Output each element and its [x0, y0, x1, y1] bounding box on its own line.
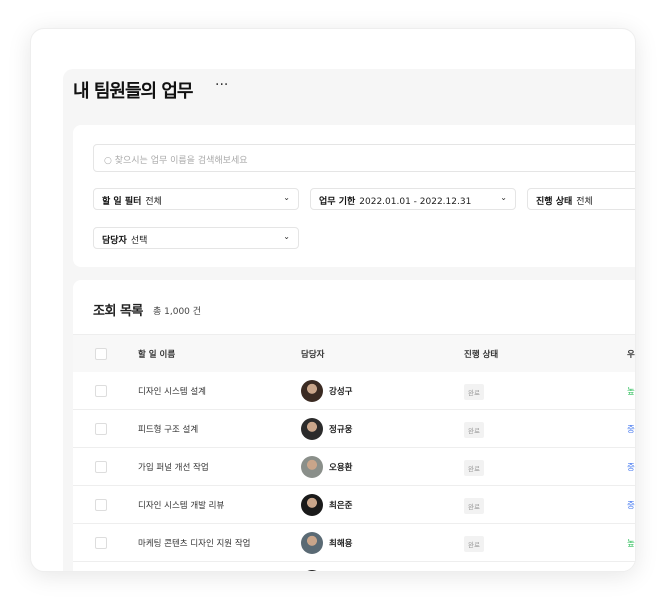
table-row[interactable]: 피드형 구조 설계 정규웅 완료 중간 — [73, 410, 635, 448]
list-panel: 조회 목록 총 1,000 건 할 일 이름 담당자 진행 상태 우선순위 디자… — [73, 280, 635, 571]
table-header: 할 일 이름 담당자 진행 상태 우선순위 — [73, 334, 635, 372]
page-title: 내 팀원들의 업무 — [73, 81, 193, 102]
status-badge: 완료 — [464, 460, 484, 476]
table-row[interactable]: 가입 퍼널 개선 작업 오용환 완료 중간 — [73, 448, 635, 486]
row-checkbox[interactable] — [95, 461, 107, 473]
table-row[interactable]: 디자인 시스템 개발 리뷰 최은준 완료 중간 — [73, 486, 635, 524]
more-button[interactable]: ··· — [215, 77, 228, 93]
filter-panel: ○ 찾으시는 업무 이름을 검색해보세요 할 일 필터 전체 ⌄ 업무 기한 2022… — [73, 125, 635, 267]
assignee-name: 오용환 — [329, 463, 353, 473]
avatar — [301, 418, 323, 440]
avatar — [301, 494, 323, 516]
chevron-down-icon: ⌄ — [500, 193, 507, 202]
due-date-select[interactable]: 업무 기한 2022.01.01 - 2022.12.31 ⌄ — [310, 188, 516, 210]
row-checkbox[interactable] — [95, 423, 107, 435]
chevron-down-icon: ⌄ — [283, 232, 290, 241]
avatar — [301, 456, 323, 478]
table-row[interactable] — [73, 562, 635, 571]
priority-label: 중간 — [627, 501, 635, 511]
avatar — [301, 380, 323, 402]
status-badge: 완료 — [464, 536, 484, 552]
assignee-name: 최은준 — [329, 501, 353, 511]
select-all-checkbox[interactable] — [95, 348, 107, 360]
search-icon: ○ — [104, 156, 115, 166]
list-title: 조회 목록 — [93, 304, 143, 319]
status-badge: 완료 — [464, 498, 484, 514]
col-assignee[interactable]: 담당자 — [301, 348, 324, 360]
row-checkbox[interactable] — [95, 385, 107, 397]
status-badge: 완료 — [464, 384, 484, 400]
main-area: 내 팀원들의 업무 ··· ○ 찾으시는 업무 이름을 검색해보세요 할 일 필… — [63, 69, 635, 571]
task-name: 가입 퍼널 개선 작업 — [138, 463, 209, 473]
priority-label: 중간 — [627, 425, 635, 435]
window-card: 내 팀원들의 업무 ··· ○ 찾으시는 업무 이름을 검색해보세요 할 일 필… — [30, 28, 636, 572]
search-input[interactable]: ○ 찾으시는 업무 이름을 검색해보세요 — [93, 144, 635, 172]
row-checkbox[interactable] — [95, 537, 107, 549]
task-name: 피드형 구조 설계 — [138, 425, 199, 435]
todo-filter-select[interactable]: 할 일 필터 전체 ⌄ — [93, 188, 299, 210]
priority-label: 높음 — [627, 539, 635, 549]
status-select[interactable]: 진행 상태 전체 — [527, 188, 635, 210]
col-name[interactable]: 할 일 이름 — [138, 348, 175, 360]
task-name: 마케팅 콘텐츠 디자인 지원 작업 — [138, 539, 251, 549]
task-name: 디자인 시스템 설계 — [138, 387, 206, 397]
priority-label: 중간 — [627, 463, 635, 473]
priority-label: 높음 — [627, 387, 635, 397]
assignee-name: 최해용 — [329, 539, 353, 549]
task-name: 디자인 시스템 개발 리뷰 — [138, 501, 225, 511]
assignee-select[interactable]: 담당자 선택 ⌄ — [93, 227, 299, 249]
table-row[interactable]: 디자인 시스템 설계 강성구 완료 높음 — [73, 372, 635, 410]
chevron-down-icon: ⌄ — [283, 193, 290, 202]
table-row[interactable]: 마케팅 콘텐츠 디자인 지원 작업 최해용 완료 높음 — [73, 524, 635, 562]
row-checkbox[interactable] — [95, 499, 107, 511]
status-badge: 완료 — [464, 422, 484, 438]
assignee-name: 강성구 — [329, 387, 353, 397]
assignee-name: 정규웅 — [329, 425, 353, 435]
avatar — [301, 570, 323, 571]
avatar — [301, 532, 323, 554]
col-priority[interactable]: 우선순위 — [627, 348, 635, 360]
result-count: 총 1,000 건 — [153, 307, 202, 317]
col-status[interactable]: 진행 상태 — [464, 348, 498, 360]
